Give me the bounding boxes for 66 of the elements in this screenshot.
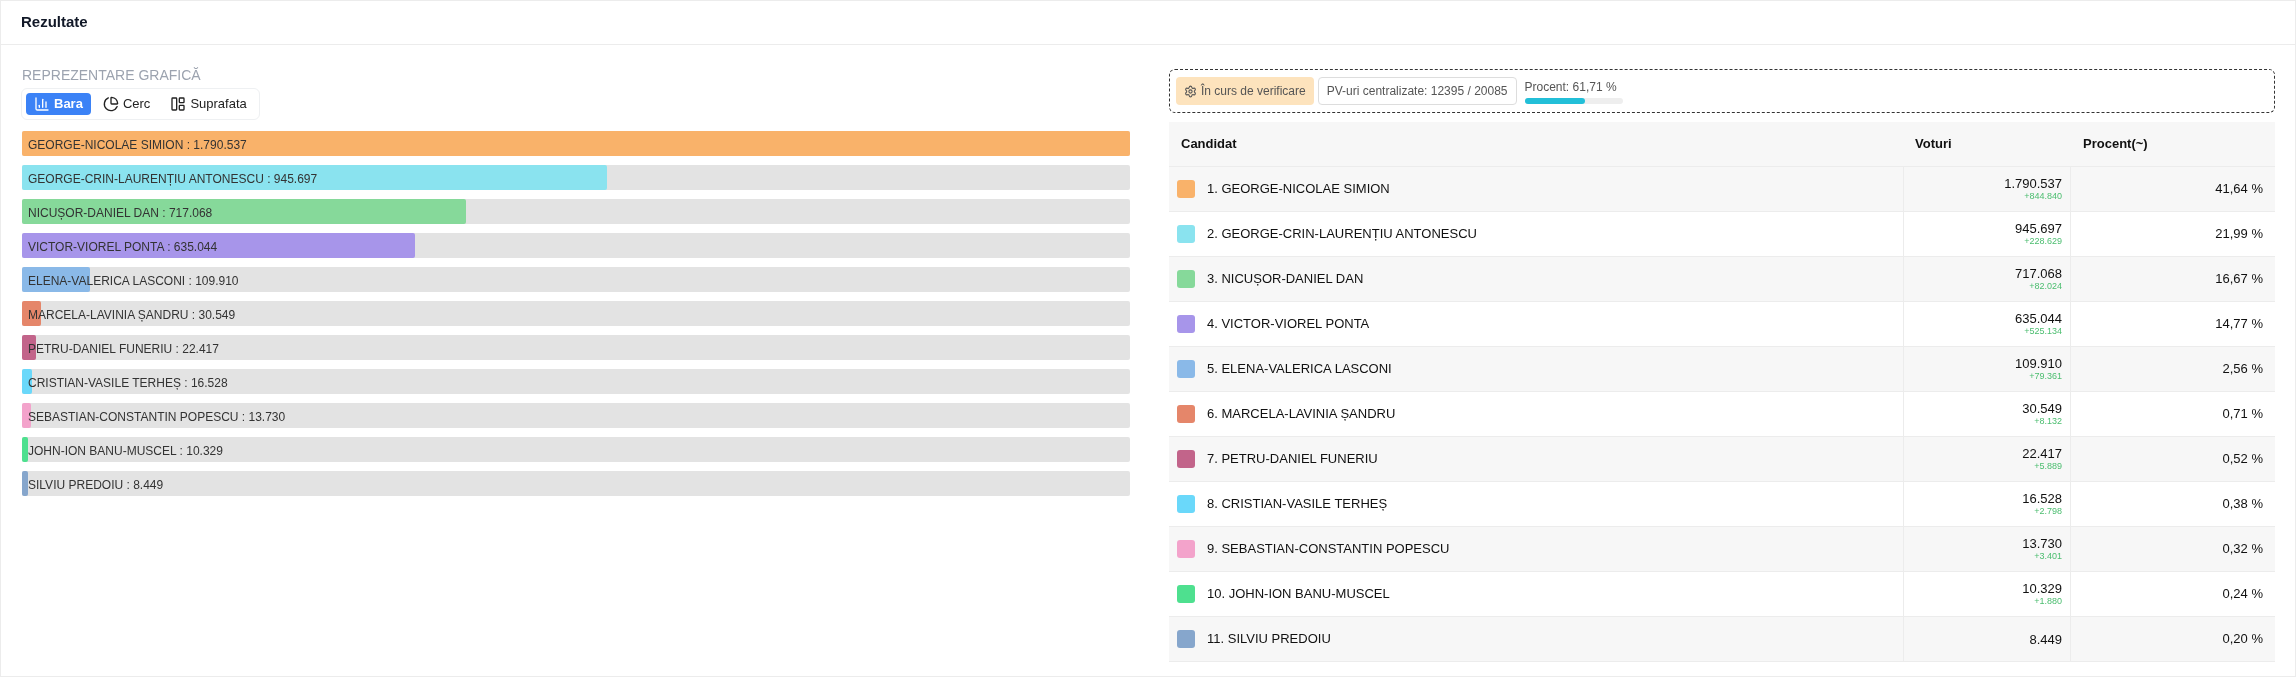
bar-chart-icon bbox=[34, 96, 50, 112]
gear-icon bbox=[1184, 84, 1197, 98]
votes-count: 8.449 bbox=[2029, 631, 2062, 647]
candidate-name: 5. ELENA-VALERICA LASCONI bbox=[1207, 360, 1392, 379]
votes-count: 30.549 bbox=[2022, 401, 2062, 416]
percent-value: 0,20 % bbox=[2222, 630, 2263, 649]
bar-label: ELENA-VALERICA LASCONI : 109.910 bbox=[28, 273, 239, 290]
bar-label: JOHN-ION BANU-MUSCEL : 10.329 bbox=[28, 443, 223, 460]
candidate-name: 11. SILVIU PREDOIU bbox=[1207, 630, 1331, 649]
section-title: REPREZENTARE GRAFICĂ bbox=[22, 66, 202, 85]
votes-delta: +79.361 bbox=[2029, 371, 2062, 382]
bar-label: VICTOR-VIOREL PONTA : 635.044 bbox=[28, 239, 218, 256]
votes-count: 10.329 bbox=[2022, 581, 2062, 596]
percent-value: 21,99 % bbox=[2215, 225, 2263, 244]
candidate-name: 8. CRISTIAN-VASILE TERHEȘ bbox=[1207, 495, 1388, 514]
candidate-name: 2. GEORGE-CRIN-LAURENȚIU ANTONESCU bbox=[1207, 225, 1477, 244]
candidate-name: 7. PETRU-DANIEL FUNERIU bbox=[1207, 450, 1378, 469]
percent-value: 14,77 % bbox=[2215, 315, 2263, 334]
candidate-name: 10. JOHN-ION BANU-MUSCEL bbox=[1207, 585, 1390, 604]
column-header: Candidat bbox=[1180, 135, 1238, 154]
votes-delta: +525.134 bbox=[2024, 326, 2062, 337]
column-header: Procent(~) bbox=[2082, 135, 2148, 154]
votes-count: 635.044 bbox=[2015, 311, 2062, 326]
candidate-name: 1. GEORGE-NICOLAE SIMION bbox=[1207, 180, 1390, 199]
bar-label: SEBASTIAN-CONSTANTIN POPESCU : 13.730 bbox=[28, 409, 286, 426]
candidate-name: 9. SEBASTIAN-CONSTANTIN POPESCU bbox=[1207, 540, 1450, 559]
votes-delta: +844.840 bbox=[2024, 191, 2062, 202]
candidate-name: 6. MARCELA-LAVINIA ȘANDRU bbox=[1207, 405, 1396, 424]
candidate-name: 4. VICTOR-VIOREL PONTA bbox=[1207, 315, 1370, 334]
votes-delta: +3.401 bbox=[2034, 551, 2062, 562]
percent-value: 0,38 % bbox=[2222, 495, 2263, 514]
candidate-name: 3. NICUȘOR-DANIEL DAN bbox=[1207, 270, 1364, 289]
bar-label: NICUȘOR-DANIEL DAN : 717.068 bbox=[28, 205, 213, 222]
votes-count: 1.790.537 bbox=[2004, 176, 2062, 191]
votes-delta: +228.629 bbox=[2024, 236, 2062, 247]
votes-delta: +1.880 bbox=[2034, 596, 2062, 607]
percent-value: 0,24 % bbox=[2222, 585, 2263, 604]
votes-count: 945.697 bbox=[2015, 221, 2062, 236]
chart-type-tab[interactable]: Cerc bbox=[94, 93, 159, 115]
votes-delta: +8.132 bbox=[2034, 416, 2062, 427]
status-badge: În curs de verificare bbox=[1176, 77, 1314, 105]
bar-label: GEORGE-CRIN-LAURENȚIU ANTONESCU : 945.697 bbox=[28, 171, 318, 188]
votes-delta: +2.798 bbox=[2034, 506, 2062, 517]
chart-type-tab[interactable]: Bara bbox=[26, 93, 91, 115]
percent-value: 0,32 % bbox=[2222, 540, 2263, 559]
votes-delta: +82.024 bbox=[2029, 281, 2062, 292]
layout-icon bbox=[170, 96, 187, 112]
votes-count: 109.910 bbox=[2015, 356, 2062, 371]
bar-label: GEORGE-NICOLAE SIMION : 1.790.537 bbox=[28, 137, 247, 154]
column-header: Voturi bbox=[1914, 135, 1953, 154]
votes-delta: +5.889 bbox=[2034, 461, 2062, 472]
progress-label: Procent: 61,71 % bbox=[1524, 79, 1618, 96]
votes-count: 22.417 bbox=[2022, 446, 2062, 461]
votes-count: 717.068 bbox=[2015, 266, 2062, 281]
percent-value: 41,64 % bbox=[2215, 180, 2263, 199]
votes-count: 16.528 bbox=[2022, 491, 2062, 506]
percent-value: 2,56 % bbox=[2222, 360, 2263, 379]
percent-value: 0,71 % bbox=[2222, 405, 2263, 424]
bar-label: SILVIU PREDOIU : 8.449 bbox=[28, 477, 164, 494]
votes-count: 13.730 bbox=[2022, 536, 2062, 551]
chart-type-tab[interactable]: Suprafata bbox=[162, 93, 255, 115]
percent-value: 0,52 % bbox=[2222, 450, 2263, 469]
pie-chart-icon bbox=[102, 96, 119, 112]
pv-count: PV-uri centralizate: 12395 / 20085 bbox=[1317, 77, 1517, 105]
page-title: Rezultate bbox=[21, 12, 88, 33]
percent-value: 16,67 % bbox=[2215, 270, 2263, 289]
